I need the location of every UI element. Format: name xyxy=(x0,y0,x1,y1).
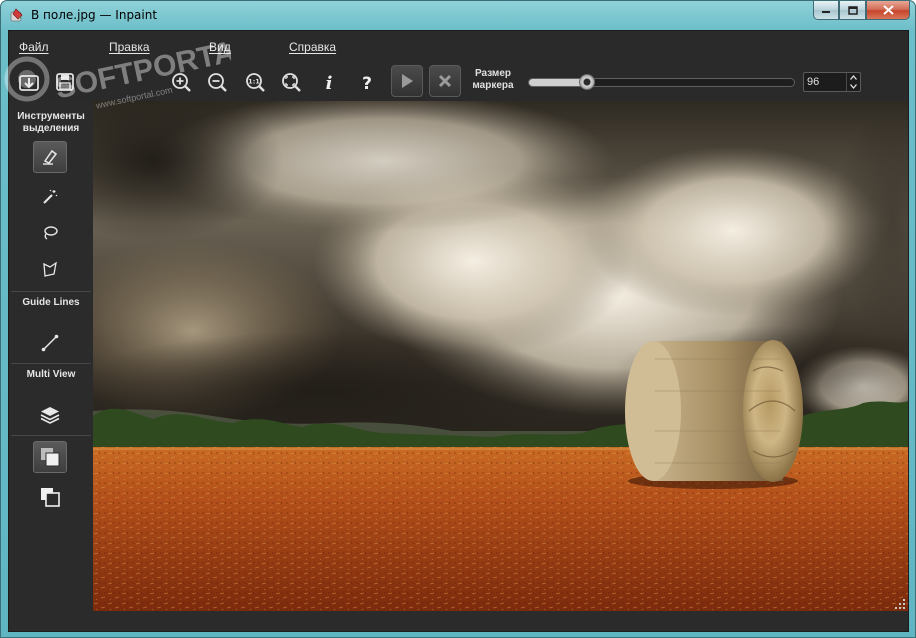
marker-size-spinbox[interactable] xyxy=(803,72,861,92)
menu-file[interactable]: Файл xyxy=(19,40,49,54)
info-button[interactable]: i xyxy=(317,70,341,94)
svg-text:1:1: 1:1 xyxy=(248,78,260,86)
save-icon xyxy=(56,73,74,91)
resize-grip-icon[interactable] xyxy=(894,598,906,610)
save-button[interactable] xyxy=(53,70,77,94)
svg-text:?: ? xyxy=(362,74,372,92)
client-area: Файл Правка Вид Справка 1:1 i ? Размер м… xyxy=(8,30,909,632)
slider-thumb[interactable] xyxy=(579,74,596,90)
marker-tool-button[interactable] xyxy=(33,141,67,173)
close-button[interactable] xyxy=(866,1,910,20)
minimize-icon xyxy=(822,11,830,13)
window-title: В поле.jpg — Inpaint xyxy=(31,8,158,22)
magic-wand-tool-button[interactable] xyxy=(33,181,67,213)
panel-separator xyxy=(11,291,91,292)
minimize-button[interactable] xyxy=(813,1,839,20)
fit-button[interactable] xyxy=(279,70,303,94)
selection-tools-heading: Инструменты выделения xyxy=(17,111,85,134)
chevron-up-icon xyxy=(850,75,857,80)
help-button[interactable]: ? xyxy=(355,70,379,94)
copy-area-outline-tool-button[interactable] xyxy=(33,481,67,513)
tools-panel: Инструменты выделения Guide Lines Multi … xyxy=(9,101,93,613)
spin-arrows xyxy=(846,73,860,91)
actual-size-icon: 1:1 xyxy=(246,73,265,92)
lasso-icon xyxy=(44,226,58,240)
polygon-lasso-tool-button[interactable] xyxy=(33,253,67,285)
polygon-lasso-icon xyxy=(43,261,57,277)
app-window: В поле.jpg — Inpaint Файл Правка Вид Спр… xyxy=(0,0,916,638)
caption-buttons xyxy=(813,1,910,20)
magic-wand-icon xyxy=(43,189,58,204)
menu-help[interactable]: Справка xyxy=(289,40,336,54)
guide-line-icon xyxy=(41,334,59,352)
copy-area-icon xyxy=(41,448,60,467)
open-icon xyxy=(19,75,39,91)
copy-area-tool-button[interactable] xyxy=(33,441,67,473)
image-canvas[interactable] xyxy=(93,101,908,611)
info-icon: i xyxy=(326,73,333,92)
panel-separator xyxy=(11,435,91,436)
zoom-out-icon xyxy=(208,73,227,92)
help-icon: ? xyxy=(362,74,372,92)
landscape-photo[interactable] xyxy=(93,101,908,611)
zoom-out-button[interactable] xyxy=(205,70,229,94)
svg-text:i: i xyxy=(326,73,333,92)
fit-icon xyxy=(282,73,301,92)
guide-lines-heading: Guide Lines xyxy=(22,297,80,308)
menu-edit[interactable]: Правка xyxy=(109,40,150,54)
toolbar: 1:1 i ? Размер маркера 96 xyxy=(9,63,908,101)
actual-size-button[interactable]: 1:1 xyxy=(243,70,267,94)
title-bar[interactable]: В поле.jpg — Inpaint xyxy=(1,1,915,30)
cancel-icon xyxy=(438,74,452,88)
menu-view[interactable]: Вид xyxy=(209,40,231,54)
open-button[interactable] xyxy=(17,70,41,94)
marker-size-input[interactable] xyxy=(807,75,845,89)
zoom-in-icon xyxy=(172,73,191,92)
app-icon[interactable] xyxy=(9,7,25,23)
layers-icon xyxy=(40,407,60,424)
marker-size-slider[interactable] xyxy=(528,74,795,90)
spin-up-button[interactable] xyxy=(847,73,860,82)
multi-view-heading: Multi View xyxy=(26,369,76,380)
panel-separator xyxy=(11,363,91,364)
maximize-button[interactable] xyxy=(839,1,866,20)
menu-bar: Файл Правка Вид Справка xyxy=(9,31,908,61)
layers-tool-button[interactable] xyxy=(33,399,67,431)
marker-size-label: Размер маркера xyxy=(472,68,514,91)
marker-icon xyxy=(43,149,58,165)
zoom-in-button[interactable] xyxy=(169,70,193,94)
run-button[interactable] xyxy=(391,65,423,97)
chevron-down-icon xyxy=(850,84,857,89)
copy-area-outline-icon xyxy=(41,488,60,507)
close-icon xyxy=(882,5,894,15)
guide-line-tool-button[interactable] xyxy=(33,327,67,359)
cancel-button[interactable] xyxy=(429,65,461,97)
spin-down-button[interactable] xyxy=(847,82,860,91)
maximize-icon xyxy=(847,5,858,15)
run-icon xyxy=(402,74,413,88)
lasso-tool-button[interactable] xyxy=(33,217,67,249)
